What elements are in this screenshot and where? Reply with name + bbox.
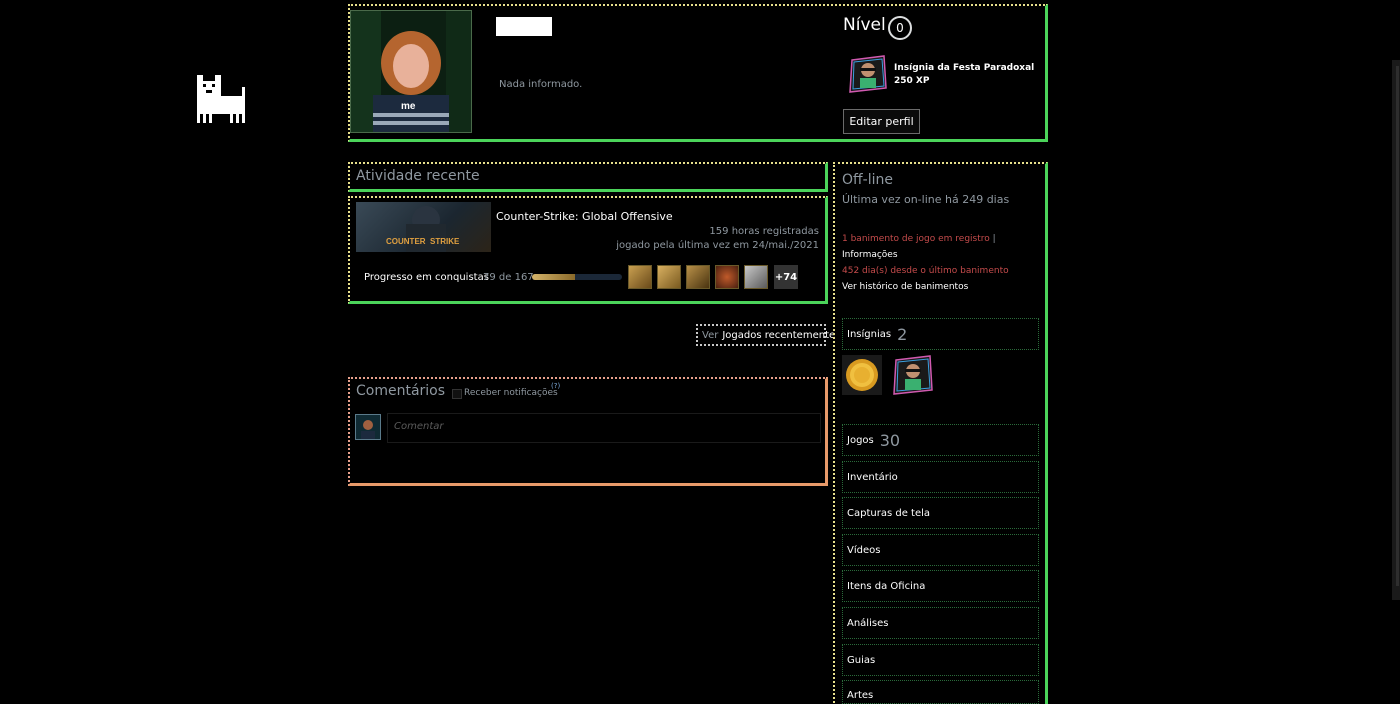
avatar-image: me (351, 11, 471, 132)
level-label: Nível (843, 15, 886, 35)
comment-input[interactable]: Comentar (387, 413, 821, 443)
capsule-text-counter: COUNTER (386, 237, 426, 246)
sidebar-guides-link[interactable]: Guias (842, 644, 1039, 676)
sidebar-screenshots-link[interactable]: Capturas de tela (842, 497, 1039, 529)
comments-title: Comentários (356, 383, 446, 399)
capsule-text-strike: STRIKE (430, 237, 460, 246)
favorite-badge-icon[interactable] (848, 54, 888, 94)
days-since-ban: 452 dia(s) desde o último banimento (842, 266, 1009, 276)
level-badge[interactable]: 0 (888, 16, 912, 40)
online-status: Off-line (842, 172, 893, 188)
achievement-icon-4[interactable] (715, 265, 739, 289)
game-name-link[interactable]: Counter-Strike: Global Offensive (496, 210, 673, 223)
view-recently-played-label: Jogados recentemente (722, 329, 836, 341)
notify-label[interactable]: Receber notificações (464, 388, 558, 398)
festival-badge-icon[interactable] (892, 354, 934, 396)
comment-author-avatar (355, 414, 381, 440)
achievement-progress-bar (532, 274, 622, 280)
last-online: Última vez on-line há 249 dias (842, 193, 1010, 206)
coin-badge-icon[interactable] (842, 355, 882, 395)
ban-history-link[interactable]: Ver histórico de banimentos (842, 282, 968, 292)
game-last-played: jogado pela última vez em 24/mai./2021 (616, 240, 819, 251)
sidebar-workshop-link[interactable]: Itens da Oficina (842, 570, 1039, 602)
achievement-more-button[interactable]: +74 (774, 265, 798, 289)
notify-help-link[interactable]: (?) (551, 382, 560, 390)
achievement-progress-label[interactable]: Progresso em conquistas (364, 272, 489, 283)
achievement-icon-2[interactable] (657, 265, 681, 289)
games-label: Jogos (847, 434, 874, 446)
achievement-progress-fill (532, 274, 575, 280)
ban-record-text: 1 banimento de jogo em registro (842, 234, 990, 244)
games-count: 30 (879, 430, 901, 450)
scrollbar-thumb[interactable] (1396, 66, 1399, 586)
game-capsule-image[interactable]: COUNTER STRIKE (356, 202, 491, 252)
dog-sprite-image (197, 75, 245, 123)
recent-activity-title: Atividade recente (356, 168, 480, 184)
badges-count: 2 (897, 324, 908, 344)
ban-separator: | (992, 234, 996, 244)
edit-profile-button[interactable]: Editar perfil (843, 109, 920, 134)
favorite-badge-xp: 250 XP (894, 76, 930, 86)
view-prefix: Ver (702, 329, 719, 341)
sidebar-games-link[interactable]: Jogos 30 (842, 424, 1039, 456)
sidebar-inventory-link[interactable]: Inventário (842, 461, 1039, 493)
persona-name-redacted (496, 17, 552, 36)
svg-text:me: me (401, 101, 416, 112)
sidebar-reviews-link[interactable]: Análises (842, 607, 1039, 639)
achievement-icon-5[interactable] (744, 265, 768, 289)
badges-label: Insígnias (847, 328, 892, 340)
sidebar-videos-link[interactable]: Vídeos (842, 534, 1039, 566)
achievement-icon-1[interactable] (628, 265, 652, 289)
view-recently-played-link[interactable]: Ver Jogados recentemente (696, 324, 835, 346)
favorite-badge-name: Insígnia da Festa Paradoxal de ... (894, 63, 1034, 73)
profile-avatar[interactable]: me (350, 10, 472, 133)
sidebar-artwork-link[interactable]: Artes (842, 680, 1039, 704)
achievement-icon-3[interactable] (686, 265, 710, 289)
profile-summary: Nada informado. (499, 79, 583, 90)
game-hours: 159 horas registradas (709, 226, 819, 237)
sidebar-badges-link[interactable]: Insígnias 2 (842, 318, 1039, 350)
notify-checkbox[interactable] (452, 389, 462, 399)
ban-info-link[interactable]: Informações (842, 250, 898, 260)
achievement-count: 79 de 167 (483, 272, 534, 283)
ban-record: 1 banimento de jogo em registro | (842, 234, 996, 244)
